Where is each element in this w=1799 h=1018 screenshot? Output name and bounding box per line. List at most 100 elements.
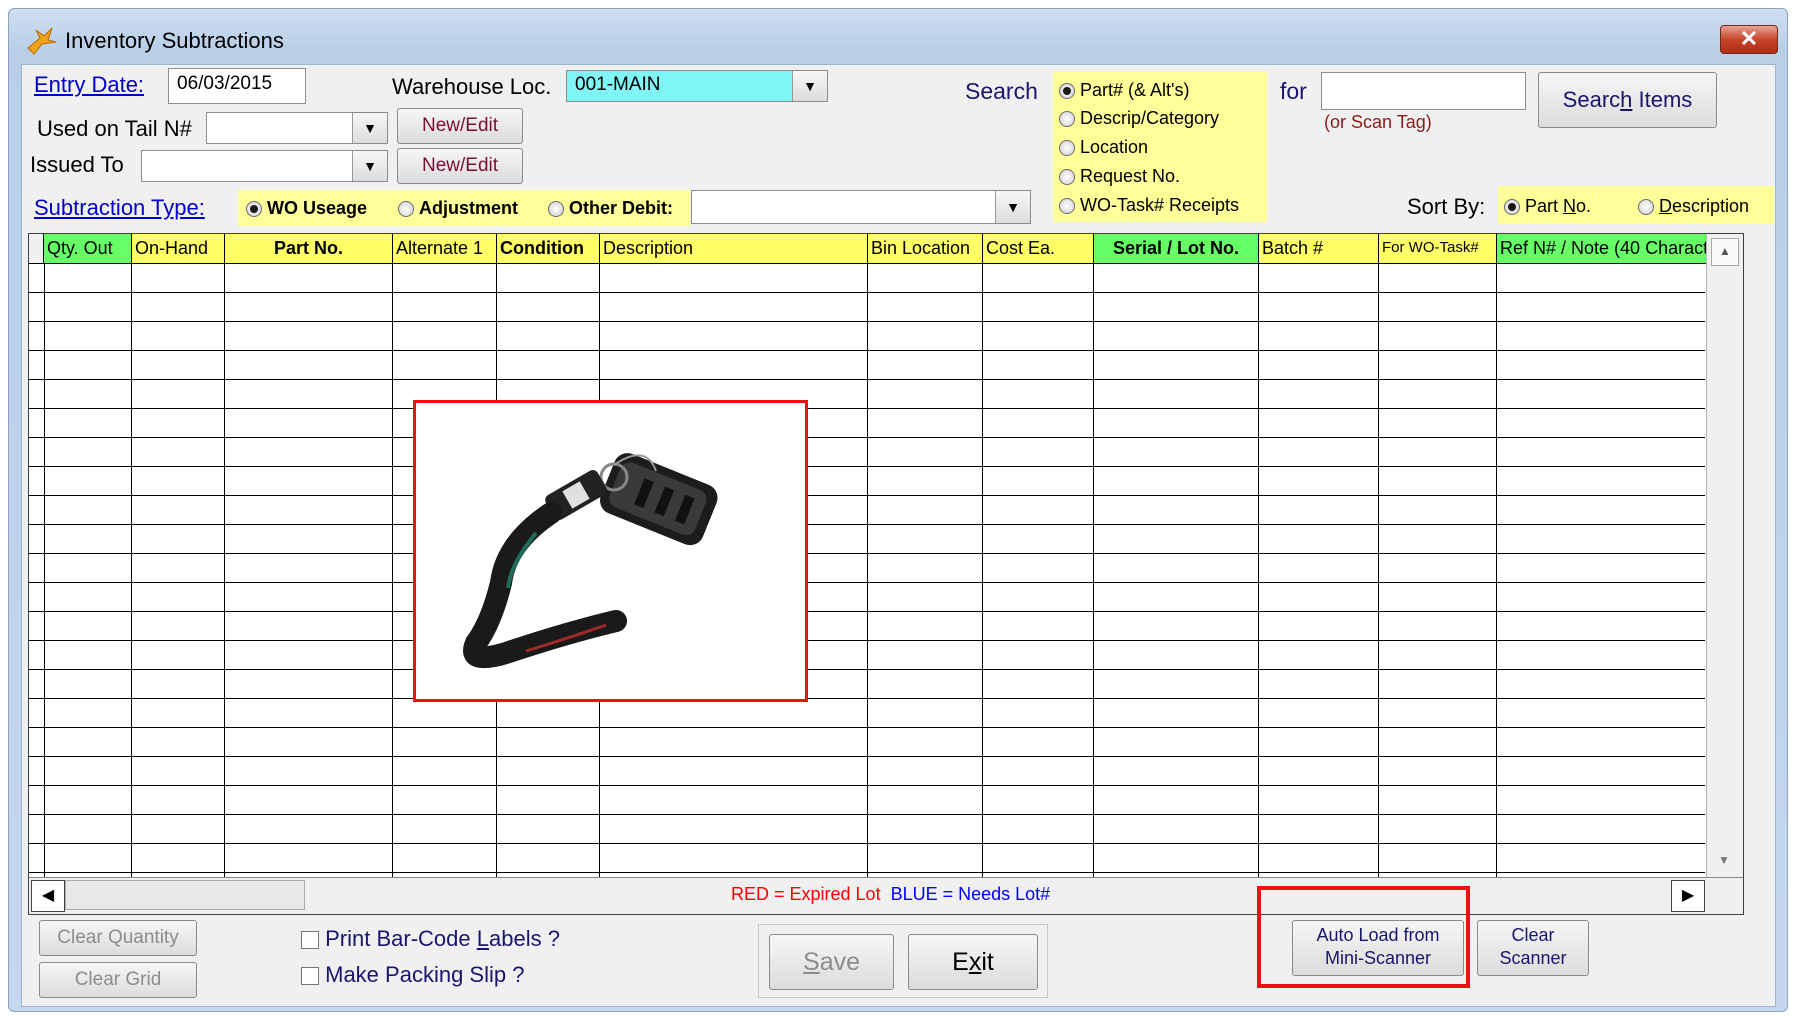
- exit-button[interactable]: Exit: [908, 934, 1038, 990]
- subtraction-type-group: WO Useage Adjustment Other Debit:: [238, 190, 690, 226]
- col-qty-out[interactable]: Qty. Out: [44, 234, 132, 264]
- radio-icon[interactable]: [1059, 197, 1075, 214]
- tail-new-edit-button[interactable]: New/Edit: [397, 108, 523, 144]
- search-opt-location[interactable]: Location: [1059, 137, 1148, 158]
- warehouse-value: 001-MAIN: [575, 74, 661, 95]
- chevron-down-icon[interactable]: ▼: [792, 71, 827, 101]
- grid-row-line: [29, 495, 1705, 496]
- grid-row-line: [29, 727, 1705, 728]
- col-condition[interactable]: Condition: [497, 234, 600, 264]
- highlight-box: [1257, 886, 1470, 988]
- search-label: Search: [965, 78, 1038, 104]
- grid-row-line: [29, 785, 1705, 786]
- search-opt-wo-task[interactable]: WO-Task# Receipts: [1059, 195, 1239, 216]
- col-batch[interactable]: Batch #: [1259, 234, 1379, 264]
- checkbox-icon[interactable]: [301, 931, 319, 950]
- radio-icon[interactable]: [1059, 139, 1075, 156]
- chevron-down-icon[interactable]: ▼: [352, 113, 387, 143]
- for-label: for: [1280, 78, 1307, 104]
- clear-scanner-button[interactable]: Clear Scanner: [1477, 920, 1589, 976]
- radio-selected-icon[interactable]: [1504, 198, 1520, 215]
- grid-row-line: [29, 379, 1705, 380]
- grid-row-line: [29, 466, 1705, 467]
- radio-icon[interactable]: [398, 200, 414, 217]
- other-debit-combo[interactable]: ▼: [691, 190, 1031, 224]
- grid-row-line: [29, 843, 1705, 844]
- grid-row-line: [29, 756, 1705, 757]
- scroll-up-icon[interactable]: ▲: [1711, 238, 1739, 266]
- grid-row-line: [29, 553, 1705, 554]
- used-on-tail-combo[interactable]: ▼: [206, 112, 388, 144]
- issued-new-edit-button[interactable]: New/Edit: [397, 148, 523, 184]
- entry-date-input[interactable]: 06/03/2015: [168, 68, 306, 104]
- grid-row-line: [29, 611, 1705, 612]
- clear-grid-button[interactable]: Clear Grid: [39, 962, 197, 998]
- issued-to-label: Issued To: [30, 152, 124, 177]
- close-icon[interactable]: ✕: [1720, 25, 1778, 54]
- entry-date-link[interactable]: Entry Date:: [34, 72, 144, 98]
- col-bin-location[interactable]: Bin Location: [868, 234, 983, 264]
- sort-opt-part-no[interactable]: Part No.: [1504, 196, 1591, 217]
- print-labels-option[interactable]: Print Bar-Code Labels ?: [301, 926, 560, 952]
- sort-options-group: Part No. Description: [1498, 186, 1774, 224]
- grid-row-line: [29, 640, 1705, 641]
- warehouse-label: Warehouse Loc.: [392, 74, 552, 99]
- app-bird-icon: [26, 26, 58, 56]
- used-on-tail-label: Used on Tail N#: [37, 116, 192, 141]
- grid-row-line: [29, 524, 1705, 525]
- search-opt-part[interactable]: Part# (& Alt's): [1059, 80, 1189, 101]
- grid-row-line: [29, 814, 1705, 815]
- packing-slip-option[interactable]: Make Packing Slip ?: [301, 962, 524, 988]
- search-opt-descrip[interactable]: Descrip/Category: [1059, 108, 1219, 129]
- subtraction-type-link[interactable]: Subtraction Type:: [34, 195, 205, 221]
- col-cost-ea[interactable]: Cost Ea.: [983, 234, 1094, 264]
- search-options-group: Part# (& Alt's) Descrip/Category Locatio…: [1053, 72, 1267, 222]
- issued-to-combo[interactable]: ▼: [141, 150, 388, 182]
- vertical-scrollbar[interactable]: ▲ ▼: [1706, 234, 1743, 878]
- checkbox-icon[interactable]: [301, 967, 319, 986]
- subtype-adjustment[interactable]: Adjustment: [398, 198, 518, 219]
- col-alternate-1[interactable]: Alternate 1: [393, 234, 497, 264]
- chevron-down-icon[interactable]: ▼: [352, 151, 387, 181]
- col-on-hand[interactable]: On-Hand: [132, 234, 225, 264]
- sort-by-label: Sort By:: [1407, 194, 1486, 219]
- save-button[interactable]: Save: [769, 934, 894, 990]
- search-opt-request[interactable]: Request No.: [1059, 166, 1180, 187]
- radio-icon[interactable]: [548, 200, 564, 217]
- grid-row-line: [29, 669, 1705, 670]
- scan-tag-hint: (or Scan Tag): [1324, 112, 1432, 132]
- subtype-wo-useage[interactable]: WO Useage: [246, 198, 367, 219]
- warehouse-combo[interactable]: 001-MAIN ▼: [566, 70, 828, 102]
- grid-row-line: [29, 437, 1705, 438]
- col-ref-note[interactable]: Ref N# / Note (40 Characte: [1497, 234, 1708, 264]
- legend-blue: BLUE = Needs Lot#: [890, 884, 1051, 904]
- radio-icon[interactable]: [1059, 110, 1075, 127]
- col-for-wo-task[interactable]: For WO-Task#: [1379, 234, 1497, 264]
- row-selector-header: [29, 234, 44, 264]
- grid-row-line: [29, 321, 1705, 322]
- search-items-button[interactable]: Search Items: [1538, 72, 1717, 128]
- legend-red: RED = Expired Lot: [731, 884, 881, 904]
- scroll-right-icon[interactable]: ▶: [1671, 880, 1705, 912]
- radio-selected-icon[interactable]: [246, 200, 262, 217]
- scroll-left-icon[interactable]: ◀: [31, 880, 65, 912]
- chevron-down-icon[interactable]: ▼: [995, 191, 1030, 223]
- grid-row-line: [29, 872, 1705, 873]
- col-serial-lot[interactable]: Serial / Lot No.: [1094, 234, 1259, 264]
- col-description[interactable]: Description: [600, 234, 868, 264]
- radio-icon[interactable]: [1059, 168, 1075, 185]
- subtractions-grid[interactable]: Qty. Out On-Hand Part No. Alternate 1 Co…: [28, 233, 1744, 915]
- clear-quantity-button[interactable]: Clear Quantity: [39, 920, 197, 956]
- mini-scanner-lanyard-image: [413, 400, 808, 702]
- horizontal-scrollbar[interactable]: ◀ RED = Expired Lot BLUE = Needs Lot# ▶: [29, 877, 1743, 914]
- col-part-no[interactable]: Part No.: [225, 234, 393, 264]
- grid-row-line: [29, 292, 1705, 293]
- radio-icon[interactable]: [1638, 198, 1654, 215]
- grid-legend: RED = Expired Lot BLUE = Needs Lot#: [731, 884, 1050, 905]
- subtype-other-debit[interactable]: Other Debit:: [548, 198, 673, 219]
- sort-opt-description[interactable]: Description: [1638, 196, 1749, 217]
- search-input[interactable]: [1321, 72, 1526, 110]
- scroll-thumb[interactable]: [65, 880, 305, 910]
- radio-selected-icon[interactable]: [1059, 82, 1075, 99]
- scroll-down-icon[interactable]: ▼: [1711, 848, 1737, 874]
